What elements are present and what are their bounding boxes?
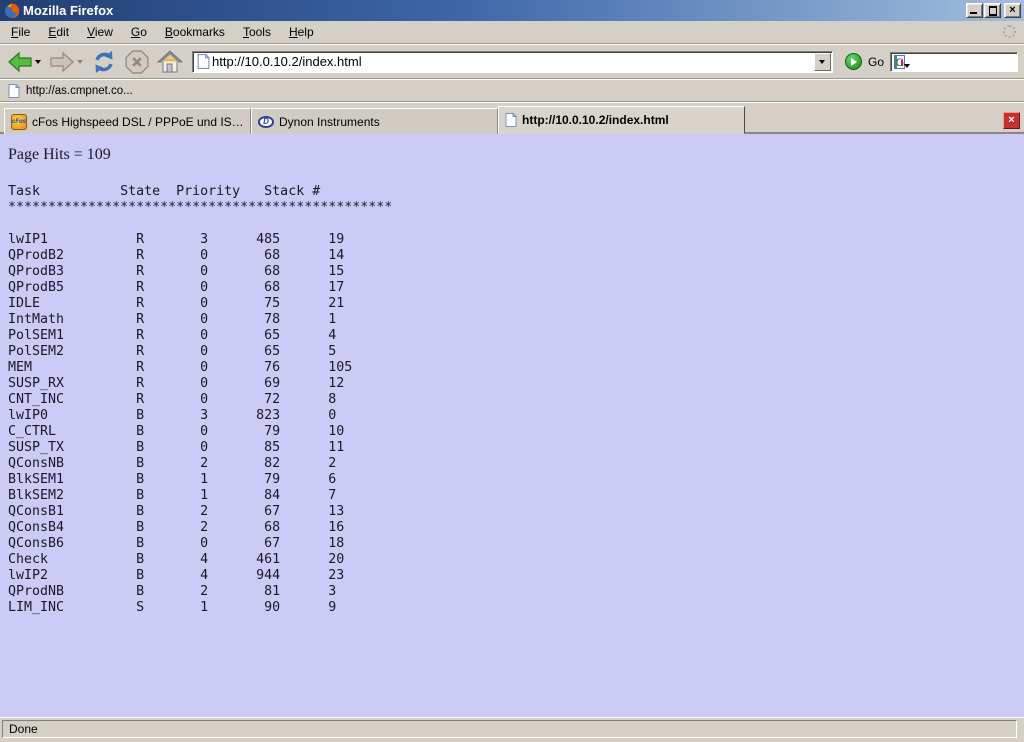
bookmark-label: http://as.cmpnet.co... <box>26 85 133 97</box>
restore-button[interactable] <box>984 3 1001 18</box>
back-button[interactable] <box>7 51 41 73</box>
firefox-logo-icon <box>4 3 20 19</box>
go-button[interactable]: Go <box>845 53 884 70</box>
document-icon <box>8 84 20 98</box>
url-input[interactable] <box>210 53 814 71</box>
forward-dropdown-icon[interactable] <box>77 60 83 64</box>
stop-icon <box>125 50 149 74</box>
menu-view[interactable]: View <box>78 22 122 42</box>
go-icon <box>845 53 862 70</box>
forward-button[interactable] <box>49 51 83 73</box>
chevron-down-icon <box>819 60 825 64</box>
minimize-button[interactable] <box>966 3 983 18</box>
page-content: Page Hits = 109 Task State Priority Stac… <box>0 134 1024 717</box>
close-icon: × <box>1009 5 1015 16</box>
tab-label: Dynon Instruments <box>279 115 380 129</box>
search-dropdown-icon[interactable] <box>904 64 910 68</box>
status-panel: Done <box>2 720 1017 738</box>
home-button[interactable] <box>157 50 183 74</box>
minimize-icon <box>970 12 977 14</box>
go-label: Go <box>868 55 884 69</box>
bookmarks-toolbar: http://as.cmpnet.co... <box>0 79 1024 102</box>
browser-window: Mozilla Firefox × File Edit View Go Book… <box>0 0 1024 742</box>
tab-current[interactable]: http://10.0.10.2/index.html <box>498 106 745 134</box>
document-icon <box>197 54 210 69</box>
dynon-icon: D <box>258 116 274 128</box>
menu-file[interactable]: File <box>2 22 39 42</box>
tab-close-button[interactable]: × <box>1003 112 1020 129</box>
title-bar: Mozilla Firefox × <box>0 0 1024 21</box>
menu-help[interactable]: Help <box>280 22 323 42</box>
menu-tools[interactable]: Tools <box>234 22 280 42</box>
back-icon <box>7 51 33 73</box>
restore-icon <box>989 7 997 15</box>
search-input[interactable] <box>905 55 1024 69</box>
url-bar[interactable] <box>192 51 833 73</box>
status-text: Done <box>9 722 38 736</box>
reload-icon <box>91 50 117 74</box>
window-title: Mozilla Firefox <box>23 3 965 18</box>
reload-button[interactable] <box>91 50 117 74</box>
menu-go[interactable]: Go <box>122 22 156 42</box>
close-button[interactable]: × <box>1004 3 1021 18</box>
url-dropdown-button[interactable] <box>814 53 831 71</box>
page-hits-text: Page Hits = 109 <box>8 146 1024 164</box>
search-box[interactable]: G <box>890 52 1018 72</box>
tab-label: cFos Highspeed DSL / PPPoE und ISDN CAP.… <box>32 115 244 129</box>
tab-bar: cFos cFos Highspeed DSL / PPPoE und ISDN… <box>0 102 1024 134</box>
close-icon: × <box>1008 114 1014 126</box>
stop-button[interactable] <box>125 50 149 74</box>
tab-dynon[interactable]: D Dynon Instruments <box>251 108 498 134</box>
menu-edit[interactable]: Edit <box>39 22 78 42</box>
tab-cfos[interactable]: cFos cFos Highspeed DSL / PPPoE und ISDN… <box>4 108 251 134</box>
back-dropdown-icon[interactable] <box>35 60 41 64</box>
document-icon <box>505 113 517 127</box>
throbber-icon <box>1003 25 1016 38</box>
forward-icon <box>49 51 75 73</box>
menu-bar: File Edit View Go Bookmarks Tools Help <box>0 21 1024 44</box>
cfos-icon: cFos <box>11 114 27 130</box>
task-table: Task State Priority Stack # ************… <box>8 184 1024 616</box>
tab-label: http://10.0.10.2/index.html <box>522 113 669 127</box>
navigation-toolbar: Go G <box>0 44 1024 79</box>
home-icon <box>157 50 183 74</box>
bookmark-item[interactable]: http://as.cmpnet.co... <box>8 84 133 98</box>
status-bar: Done <box>0 717 1024 742</box>
menu-bookmarks[interactable]: Bookmarks <box>156 22 234 42</box>
